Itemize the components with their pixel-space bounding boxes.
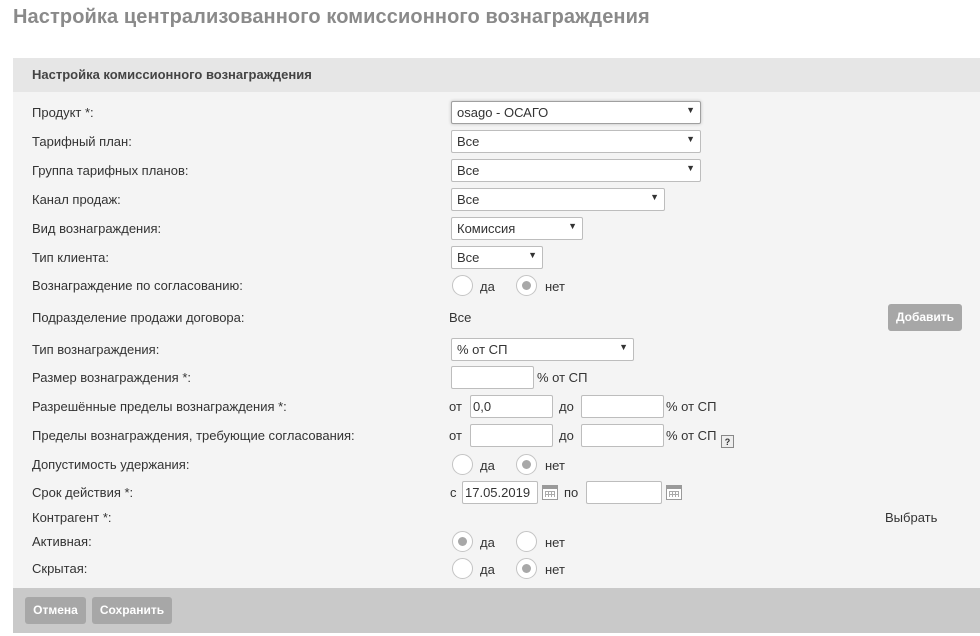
reward-size-unit: % от СП <box>537 370 588 385</box>
validity-to-input[interactable] <box>586 481 662 504</box>
help-icon[interactable]: ? <box>721 435 734 448</box>
active-yes-label: да <box>480 535 495 550</box>
chevron-down-icon: ▼ <box>686 134 695 144</box>
chevron-down-icon: ▼ <box>528 250 537 260</box>
settings-panel: Настройка комиссионного вознаграждения П… <box>13 58 980 633</box>
tariff-group-value: Все <box>457 163 480 178</box>
calendar-icon[interactable] <box>542 485 558 500</box>
sales-channel-value: Все <box>457 192 480 207</box>
tariff-plan-label: Тарифный план: <box>32 134 132 149</box>
allowed-limits-from-input[interactable]: 0,0 <box>470 395 553 418</box>
counterparty-select-link[interactable]: Выбрать <box>885 510 937 525</box>
reward-by-approval-yes-label: да <box>480 279 495 294</box>
tariff-group-label: Группа тарифных планов: <box>32 163 189 178</box>
client-type-select[interactable]: Все ▼ <box>451 246 543 269</box>
allowed-limits-label: Разрешённые пределы вознаграждения *: <box>32 399 287 414</box>
division-value: Все <box>449 310 472 325</box>
tariff-group-select[interactable]: Все ▼ <box>451 159 701 182</box>
reward-kind-label: Вид вознаграждения: <box>32 221 162 236</box>
approval-limits-from-input[interactable] <box>470 424 553 447</box>
allowed-limits-from-label: от <box>449 399 462 414</box>
sales-channel-select[interactable]: Все ▼ <box>451 188 665 211</box>
reward-size-input[interactable] <box>451 366 534 389</box>
withholding-yes-label: да <box>480 458 495 473</box>
allowed-limits-to-input[interactable] <box>581 395 664 418</box>
approval-limits-to-input[interactable] <box>581 424 664 447</box>
division-label: Подразделение продажи договора: <box>32 310 245 325</box>
withholding-no-label: нет <box>545 458 565 473</box>
chevron-down-icon: ▼ <box>650 192 659 202</box>
reward-type-select[interactable]: % от СП ▼ <box>451 338 634 361</box>
reward-kind-select[interactable]: Комиссия ▼ <box>451 217 583 240</box>
add-division-button[interactable]: Добавить <box>888 304 962 331</box>
product-label: Продукт *: <box>32 105 94 120</box>
reward-by-approval-no-label: нет <box>545 279 565 294</box>
panel-header-title: Настройка комиссионного вознаграждения <box>32 67 312 82</box>
save-button[interactable]: Сохранить <box>92 597 172 624</box>
withholding-yes-radio[interactable] <box>452 454 473 475</box>
withholding-label: Допустимость удержания: <box>32 457 190 472</box>
approval-limits-to-label: до <box>559 428 574 443</box>
panel-header: Настройка комиссионного вознаграждения <box>13 58 980 92</box>
hidden-label: Скрытая: <box>32 561 88 576</box>
counterparty-label: Контрагент *: <box>32 510 112 525</box>
client-type-label: Тип клиента: <box>32 250 110 265</box>
chevron-down-icon: ▼ <box>568 221 577 231</box>
product-select[interactable]: osago - ОСАГО ▼ <box>451 101 701 124</box>
hidden-yes-label: да <box>480 562 495 577</box>
active-label: Активная: <box>32 534 92 549</box>
active-no-radio[interactable] <box>516 531 537 552</box>
calendar-icon[interactable] <box>666 485 682 500</box>
chevron-down-icon: ▼ <box>619 342 628 352</box>
form-footer: Отмена Сохранить <box>13 588 980 633</box>
validity-from-input[interactable]: 17.05.2019 <box>462 481 538 504</box>
tariff-plan-value: Все <box>457 134 480 149</box>
reward-by-approval-label: Вознаграждение по согласованию: <box>32 278 243 293</box>
allowed-limits-to-label: до <box>559 399 574 414</box>
sales-channel-label: Канал продаж: <box>32 192 121 207</box>
reward-type-label: Тип вознаграждения: <box>32 342 160 357</box>
validity-label: Срок действия *: <box>32 485 134 500</box>
hidden-yes-radio[interactable] <box>452 558 473 579</box>
page-title: Настройка централизованного комиссионног… <box>13 6 650 28</box>
reward-type-value: % от СП <box>457 342 508 357</box>
allowed-limits-unit: % от СП <box>666 399 717 414</box>
cancel-button[interactable]: Отмена <box>25 597 86 624</box>
reward-kind-value: Комиссия <box>457 221 516 236</box>
chevron-down-icon: ▼ <box>686 105 695 115</box>
client-type-value: Все <box>457 250 480 265</box>
hidden-no-label: нет <box>545 562 565 577</box>
product-value: osago - ОСАГО <box>457 105 549 120</box>
approval-limits-label: Пределы вознаграждения, требующие соглас… <box>32 428 355 443</box>
hidden-no-radio[interactable] <box>516 558 537 579</box>
active-no-label: нет <box>545 535 565 550</box>
validity-from-label: с <box>450 485 457 500</box>
approval-limits-unit: % от СП <box>666 428 717 443</box>
chevron-down-icon: ▼ <box>686 163 695 173</box>
reward-by-approval-yes-radio[interactable] <box>452 275 473 296</box>
active-yes-radio[interactable] <box>452 531 473 552</box>
validity-to-label: по <box>564 485 579 500</box>
approval-limits-from-label: от <box>449 428 462 443</box>
reward-by-approval-no-radio[interactable] <box>516 275 537 296</box>
withholding-no-radio[interactable] <box>516 454 537 475</box>
reward-size-label: Размер вознаграждения *: <box>32 370 191 385</box>
tariff-plan-select[interactable]: Все ▼ <box>451 130 701 153</box>
